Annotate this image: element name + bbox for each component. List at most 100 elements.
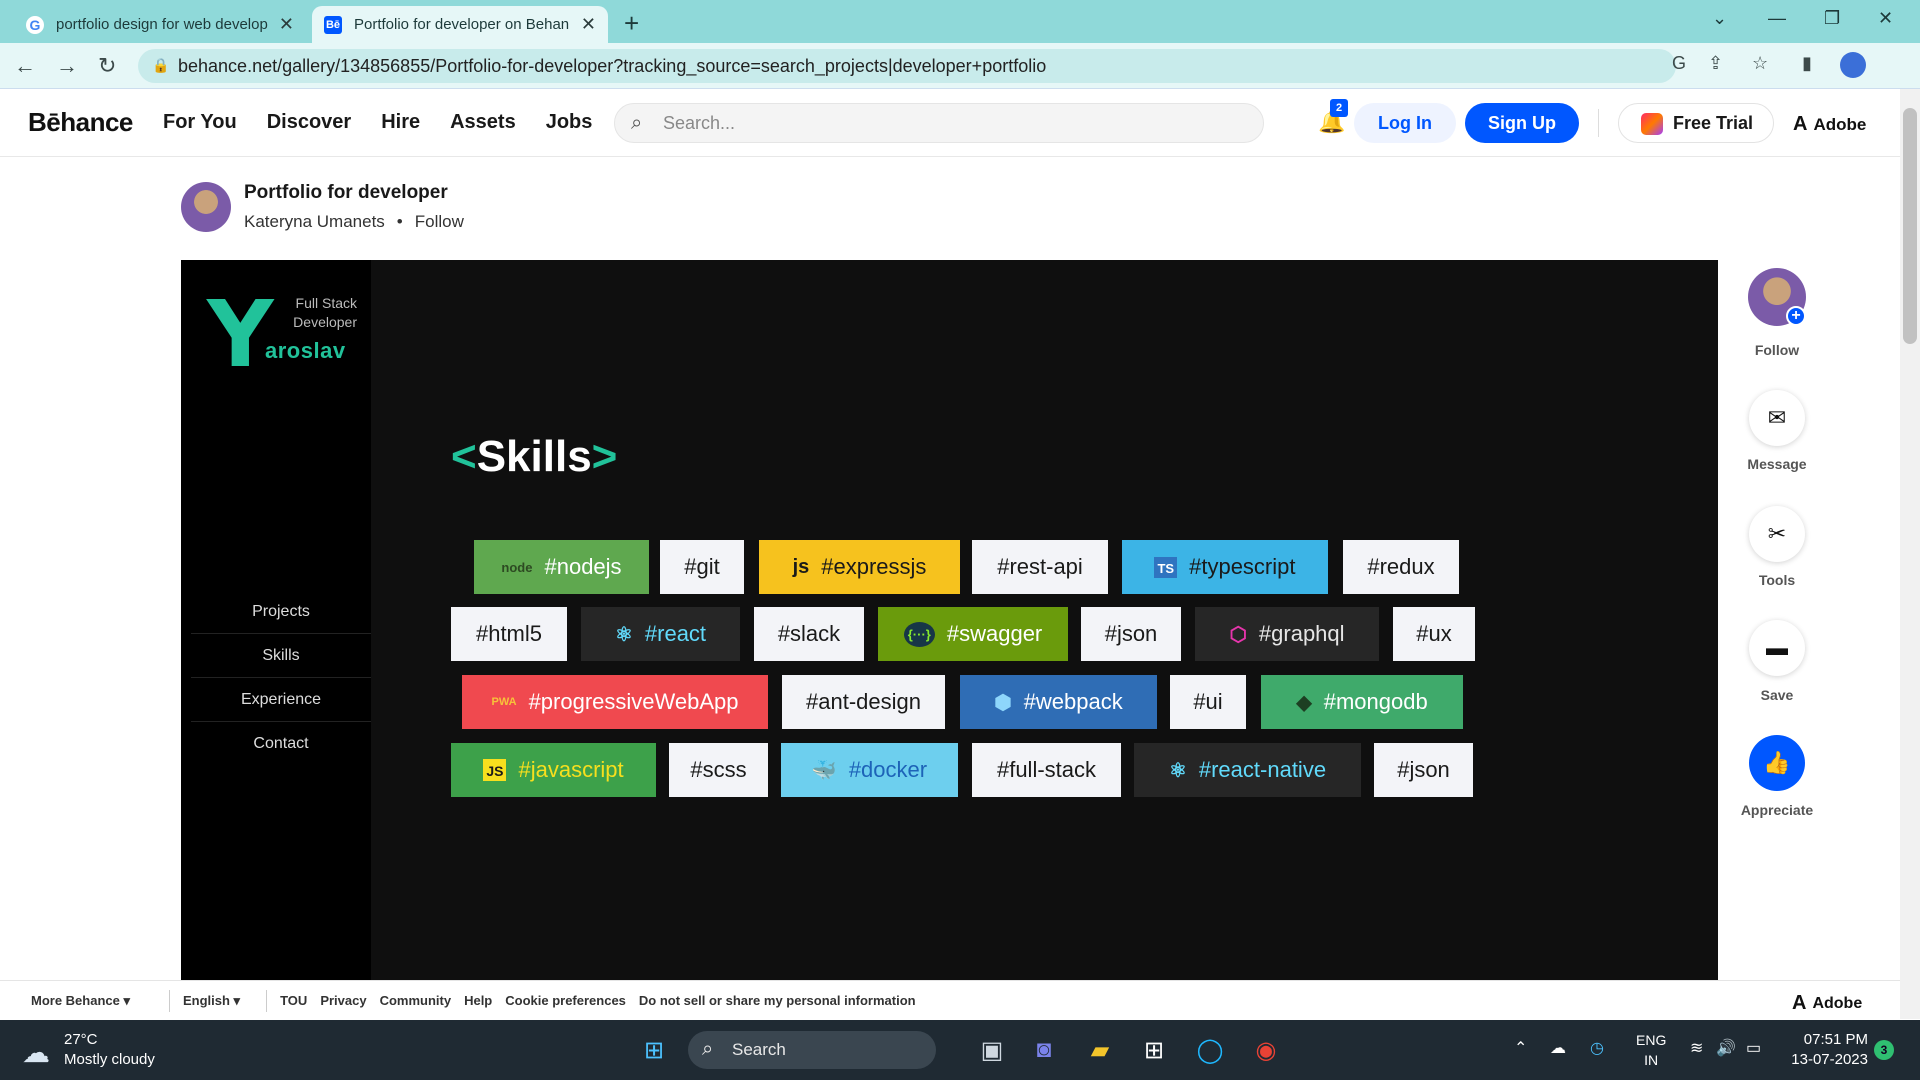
rail-follow-label[interactable]: Follow [1727,342,1827,358]
free-trial-button[interactable]: Free Trial [1618,103,1774,143]
author-name[interactable]: Kateryna Umanets [244,212,385,232]
behance-header: Bēhance For You Discover Hire Assets Job… [0,89,1900,157]
skill-logo-icon: ⬡ [1229,623,1247,646]
reload-icon[interactable]: ↻ [98,53,116,79]
subtitle-line: Full Stack [295,295,357,311]
bookmark-star-icon[interactable]: ☆ [1752,53,1768,74]
close-tab-icon[interactable]: ✕ [279,14,294,35]
lock-icon: 🔒 [152,57,170,73]
chrome-icon[interactable]: ◉ [1248,1032,1284,1068]
skill-tag: ⬡ #graphql [1195,607,1379,661]
author-avatar[interactable] [181,182,231,232]
volume-icon[interactable]: 🔊 [1716,1038,1736,1058]
footer-link-cookies[interactable]: Cookie preferences [505,993,626,1008]
lang-code: ENG [1636,1032,1667,1048]
side-panel-icon[interactable]: ▮ [1802,53,1812,74]
logo-subtitle: Full Stack Developer [269,294,369,332]
clock-app-icon[interactable]: ◷ [1590,1038,1604,1058]
share-icon[interactable]: ⇪ [1708,53,1723,74]
clock-date: 13-07-2023 [1791,1051,1868,1068]
skill-tag-label: #react [644,621,707,646]
back-icon[interactable]: ← [14,53,36,79]
battery-icon[interactable]: ▭ [1746,1038,1761,1058]
skill-tag: JS #javascript [451,743,656,797]
skill-logo-icon: TS [1154,556,1178,578]
taskbar-search[interactable]: ⌕ Search [688,1031,936,1069]
forward-icon[interactable]: → [56,53,78,79]
footer-link-community[interactable]: Community [380,993,452,1008]
save-button[interactable]: ▬ [1749,620,1805,676]
minimize-icon[interactable]: — [1768,8,1786,29]
skill-tag-label: #ux [1416,621,1452,646]
behance-logo[interactable]: Bēhance [28,107,133,138]
skill-logo-icon: JS [483,759,507,781]
nav-jobs[interactable]: Jobs [546,111,593,134]
weather-cloud-icon[interactable]: ☁ [22,1036,50,1069]
rail-tools-label: Tools [1758,572,1796,588]
message-button[interactable]: ✉ [1749,390,1805,446]
adobe-link[interactable]: A Adobe [1793,113,1866,136]
logo-name: aroslav [265,338,346,363]
url-field[interactable]: 🔒 behance.net/gallery/134856855/Portfoli… [138,49,1676,83]
nav-assets[interactable]: Assets [450,111,516,134]
weather-widget[interactable]: 27°C Mostly cloudy [64,1030,155,1070]
skill-logo-icon: 🐳 [811,759,837,782]
skill-tag: #ui [1170,675,1246,729]
language-indicator[interactable]: ENG IN [1636,1030,1666,1070]
follow-plus-icon[interactable]: + [1786,306,1806,326]
tools-button[interactable]: ✂ [1749,506,1805,562]
skill-tag: #scss [669,743,768,797]
browser-tab-behance[interactable]: Bē Portfolio for developer on Behan ✕ [312,6,608,43]
skill-tag-label: #scss [690,757,747,782]
rail-save-label: Save [1760,687,1794,703]
skill-tag: ⚛ #react-native [1134,743,1361,797]
teams-icon[interactable]: ◙ [1026,1032,1062,1068]
signup-button[interactable]: Sign Up [1465,103,1579,143]
notification-count-badge[interactable]: 3 [1874,1040,1894,1060]
skill-tag: #git [660,540,744,594]
url-text: behance.net/gallery/134856855/Portfolio-… [178,55,1047,76]
file-explorer-icon[interactable]: ▰ [1082,1032,1118,1068]
skill-tag: node #nodejs [474,540,649,594]
task-view-icon[interactable]: ▣ [974,1032,1010,1068]
footer-adobe-link[interactable]: A Adobe [1792,992,1862,1015]
onedrive-icon[interactable]: ☁ [1550,1038,1566,1058]
skill-tag-label: #webpack [1023,689,1123,714]
footer-link-privacy[interactable]: Privacy [320,993,366,1008]
skill-tag-label: #json [1104,621,1158,646]
footer-link-tou[interactable]: TOU [280,993,307,1008]
profile-avatar[interactable] [1840,52,1866,78]
windows-start-icon[interactable]: ⊞ [636,1032,672,1068]
login-button[interactable]: Log In [1354,103,1456,143]
language-select[interactable]: English ▾ [183,993,240,1009]
footer-link-do-not-sell[interactable]: Do not sell or share my personal informa… [639,993,916,1008]
microsoft-store-icon[interactable]: ⊞ [1136,1032,1172,1068]
nav-for-you[interactable]: For You [163,111,237,134]
skill-tag: #rest-api [972,540,1108,594]
follow-link[interactable]: Follow [415,212,464,232]
tab-search-icon[interactable]: ⌄ [1712,8,1727,29]
nav-hire[interactable]: Hire [381,111,420,134]
google-icon: G [26,15,44,34]
new-tab-icon[interactable]: + [624,8,639,39]
more-behance-menu[interactable]: More Behance ▾ [31,993,130,1009]
cortana-icon[interactable]: ◯ [1192,1032,1228,1068]
footer-link-help[interactable]: Help [464,993,492,1008]
tray-overflow-icon[interactable]: ⌃ [1514,1038,1527,1058]
skill-tag-label: #react-native [1198,757,1327,782]
wifi-icon[interactable]: ≋ [1690,1038,1703,1058]
scrollbar-thumb[interactable] [1903,108,1917,344]
skill-tag: #full-stack [972,743,1121,797]
meta-dot: • [396,212,403,231]
browser-tab-google[interactable]: G portfolio design for web develop ✕ [14,6,306,43]
maximize-icon[interactable]: ❐ [1824,8,1840,29]
close-tab-icon[interactable]: ✕ [581,14,596,35]
nav-discover[interactable]: Discover [267,111,352,134]
clock-time: 07:51 PM [1803,1031,1868,1048]
google-lens-icon[interactable]: G [1672,53,1686,74]
search-input[interactable]: ⌕ Search... [614,103,1264,143]
envelope-icon: ✉ [1767,405,1787,430]
taskbar-clock[interactable]: 07:51 PM 13-07-2023 [1784,1030,1868,1070]
appreciate-button[interactable]: 👍 [1749,735,1805,791]
close-window-icon[interactable]: ✕ [1878,8,1893,29]
